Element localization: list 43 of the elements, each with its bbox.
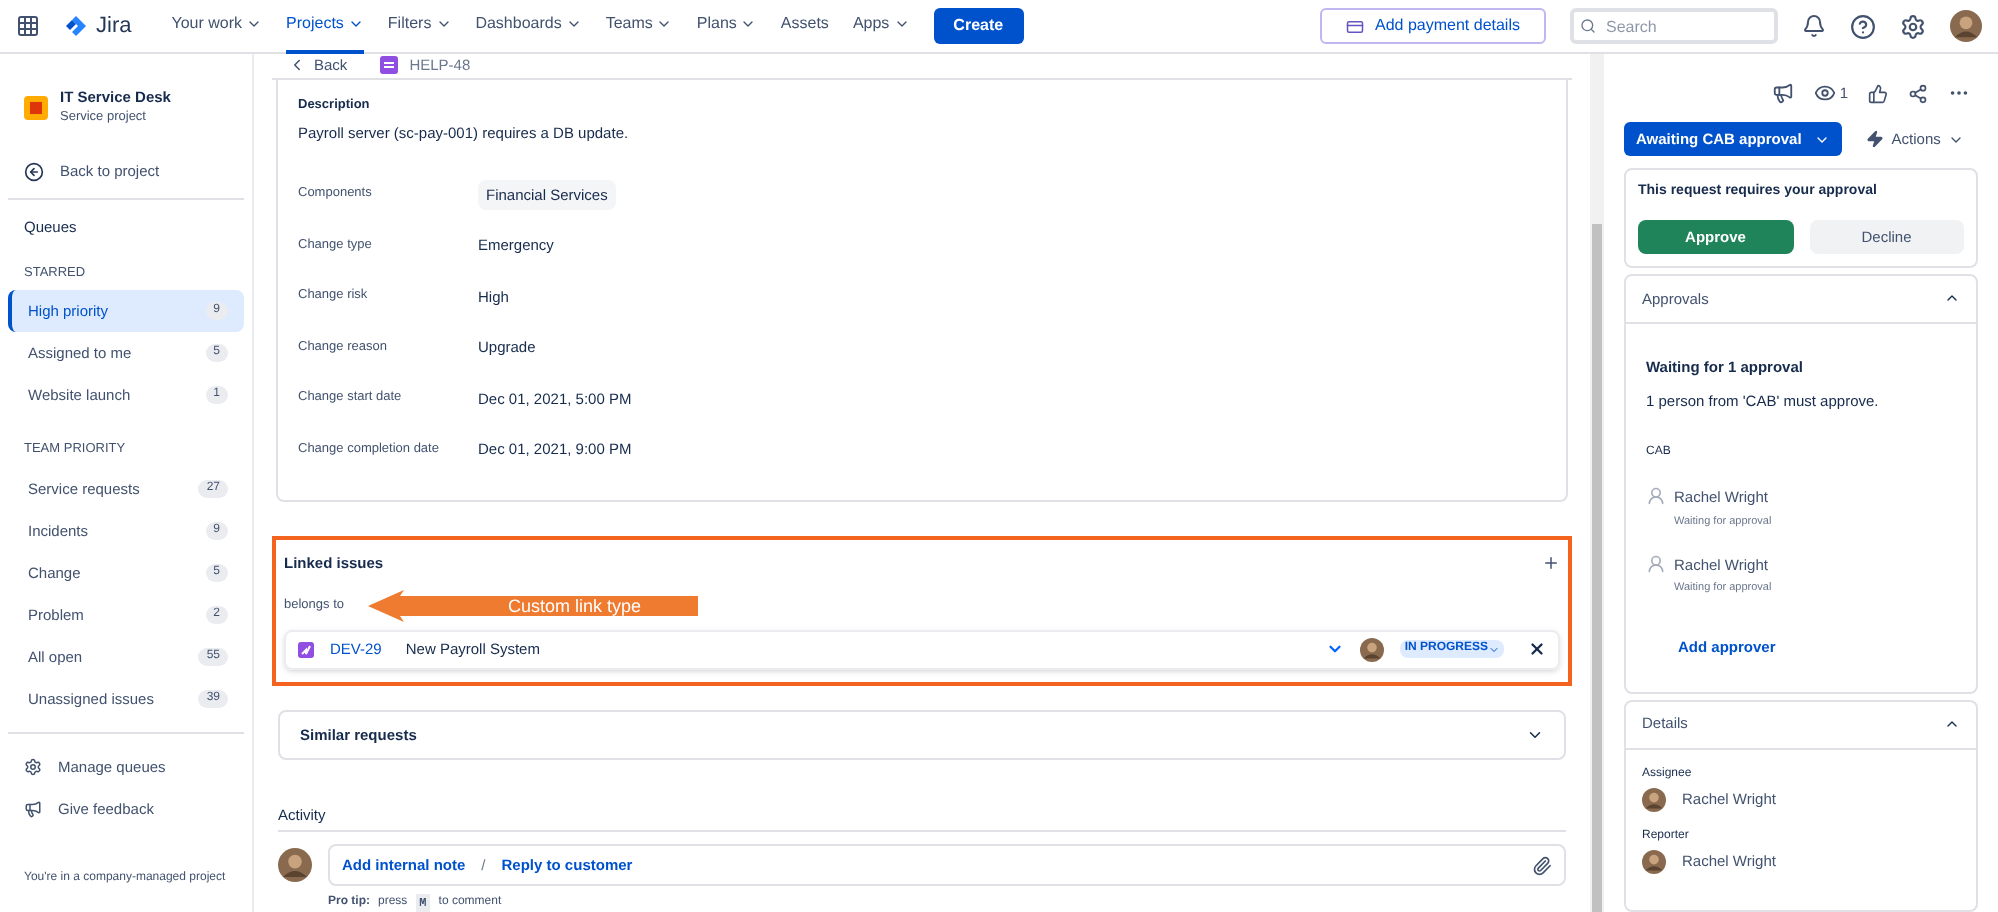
thumbs-up-icon[interactable]: [1868, 83, 1888, 104]
avatar: [1642, 787, 1666, 811]
avatar: [1360, 637, 1385, 662]
search-icon: [1580, 18, 1596, 34]
add-icon[interactable]: [1542, 553, 1560, 572]
nav-menu[interactable]: Teams: [605, 0, 673, 53]
settings-icon[interactable]: [1900, 13, 1926, 39]
annotation-text: Custom link type: [508, 593, 642, 618]
lightning-icon: [1865, 130, 1884, 149]
project-icon: [24, 95, 48, 119]
logo-text: Jira: [96, 11, 132, 42]
nav-menu[interactable]: Filters: [387, 0, 452, 53]
chevron-down-icon: [1488, 643, 1500, 656]
avatar: [278, 848, 312, 882]
approver-icon: [1646, 553, 1666, 574]
attach-icon[interactable]: [1532, 855, 1552, 875]
nav-menu[interactable]: Plans: [696, 0, 757, 53]
avatar: [1950, 10, 1982, 42]
gear-icon: [24, 758, 42, 776]
approver-icon: [1646, 486, 1666, 507]
remove-icon[interactable]: [1528, 640, 1546, 659]
logo-icon: [64, 14, 88, 38]
nav-menu[interactable]: Projects: [286, 0, 364, 53]
nav-menu[interactable]: Apps: [852, 0, 910, 53]
feedback-icon[interactable]: [1771, 82, 1794, 105]
issue-type-icon: [298, 641, 314, 658]
search-field[interactable]: Search: [1570, 8, 1778, 44]
nav-menu[interactable]: Your work: [171, 0, 263, 53]
megaphone-icon: [24, 800, 42, 818]
watch-icon[interactable]: [1813, 82, 1836, 105]
create-button[interactable]: Create: [933, 8, 1024, 44]
payment-button[interactable]: Add payment details: [1319, 8, 1546, 44]
collapse-icon[interactable]: [1944, 716, 1960, 732]
help-icon[interactable]: [1850, 13, 1876, 39]
notification-icon[interactable]: [1802, 14, 1826, 38]
nav-menu[interactable]: Assets: [780, 0, 829, 53]
card-icon: [1345, 17, 1363, 35]
issue-type-icon: [379, 56, 398, 75]
chevron-left-icon: [288, 56, 306, 75]
app-switcher-icon[interactable]: [16, 14, 40, 38]
avatar: [1642, 849, 1666, 873]
nav-menu[interactable]: Dashboards: [475, 0, 582, 53]
share-icon[interactable]: [1908, 83, 1928, 104]
